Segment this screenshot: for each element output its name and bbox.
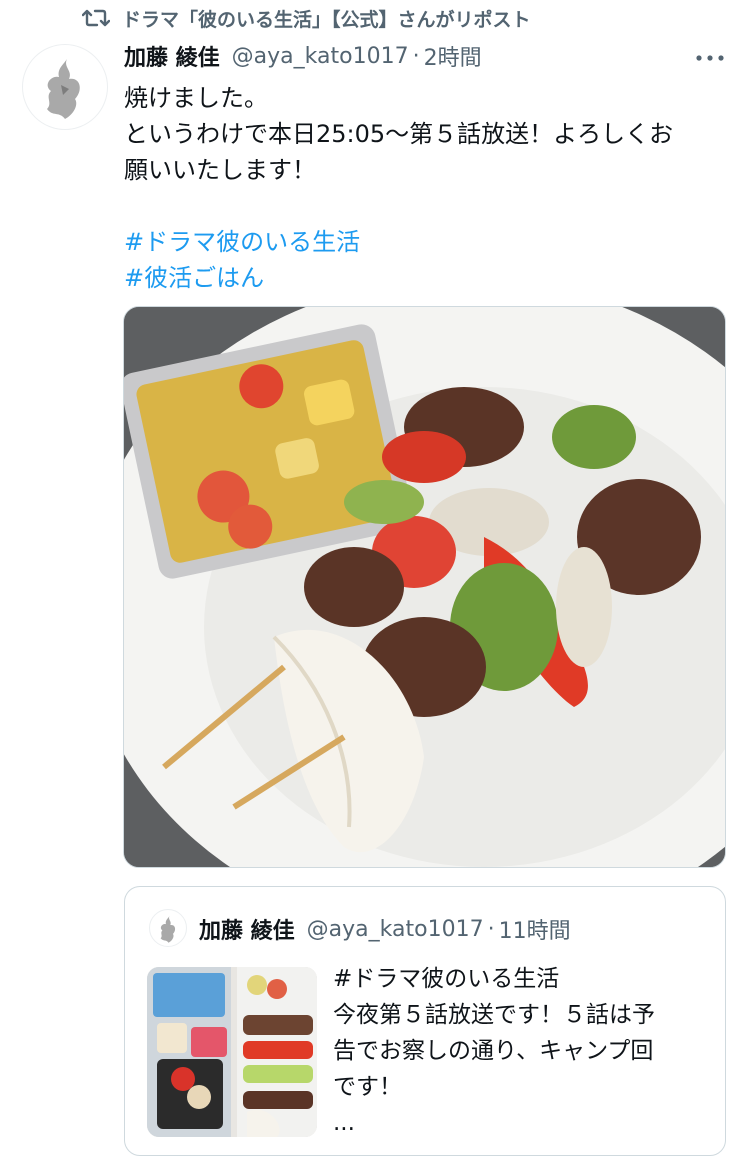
user-handle[interactable]: @aya_kato1017 — [232, 44, 409, 69]
quoted-text-line: 今夜第５話放送です！５話は予 — [333, 1002, 655, 1028]
quoted-display-name[interactable]: 加藤 綾佳 — [199, 913, 295, 945]
quoted-text-ellipsis: ... — [333, 1110, 355, 1136]
quoted-avatar[interactable] — [149, 909, 187, 947]
quoted-photo — [147, 967, 317, 1137]
tweet[interactable]: ドラマ「彼のいる生活」【公式】さんがリポスト 加藤 綾佳 @aya_kato10… — [0, 0, 750, 1173]
quoted-header: 加藤 綾佳 @aya_kato1017 · 11時間 — [199, 913, 571, 945]
food-photo — [124, 307, 725, 867]
tweet-text-line: 願いいたします！ — [124, 156, 316, 184]
tweet-header: 加藤 綾佳 @aya_kato1017 · 2時間 — [124, 40, 482, 72]
repost-label: ドラマ「彼のいる生活」【公式】さんがリポスト — [122, 8, 531, 31]
tweet-text-line: というわけで本日25:05〜第５話放送！よろしくお — [124, 120, 674, 148]
avatar-illustration — [47, 59, 80, 119]
tweet-text: 焼けました。 というわけで本日25:05〜第５話放送！よろしくお 願いいたします… — [124, 80, 730, 296]
quoted-user-handle[interactable]: @aya_kato1017 — [307, 917, 484, 942]
quoted-text-line: 告でお察しの通り、キャンプ回 — [333, 1038, 654, 1064]
avatar-illustration — [160, 916, 176, 943]
quoted-text: #ドラマ彼のいる生活 今夜第５話放送です！５話は予 告でお察しの通り、キャンプ回… — [333, 961, 713, 1141]
timestamp[interactable]: 2時間 — [424, 40, 482, 72]
tweet-text-line: 焼けました。 — [124, 84, 268, 112]
tweet-photo[interactable] — [123, 306, 726, 868]
repost-icon — [81, 6, 111, 30]
separator: · — [412, 43, 420, 69]
quoted-tweet[interactable]: 加藤 綾佳 @aya_kato1017 · 11時間 #ドラマ彼のいる生活 今夜… — [124, 886, 726, 1156]
repost-indicator[interactable]: ドラマ「彼のいる生活」【公式】さんがリポスト — [81, 4, 531, 32]
hashtag-link[interactable]: #彼活ごはん — [124, 260, 730, 296]
quoted-thumbnail[interactable] — [147, 967, 317, 1137]
hashtag-link[interactable]: #ドラマ彼のいる生活 — [124, 224, 730, 260]
quoted-text-line: #ドラマ彼のいる生活 — [333, 966, 560, 992]
quoted-timestamp[interactable]: 11時間 — [499, 913, 571, 945]
more-icon[interactable] — [692, 44, 728, 72]
display-name[interactable]: 加藤 綾佳 — [124, 40, 220, 72]
quoted-text-line: です！ — [333, 1074, 402, 1100]
separator: · — [487, 916, 495, 942]
avatar[interactable] — [22, 44, 108, 130]
